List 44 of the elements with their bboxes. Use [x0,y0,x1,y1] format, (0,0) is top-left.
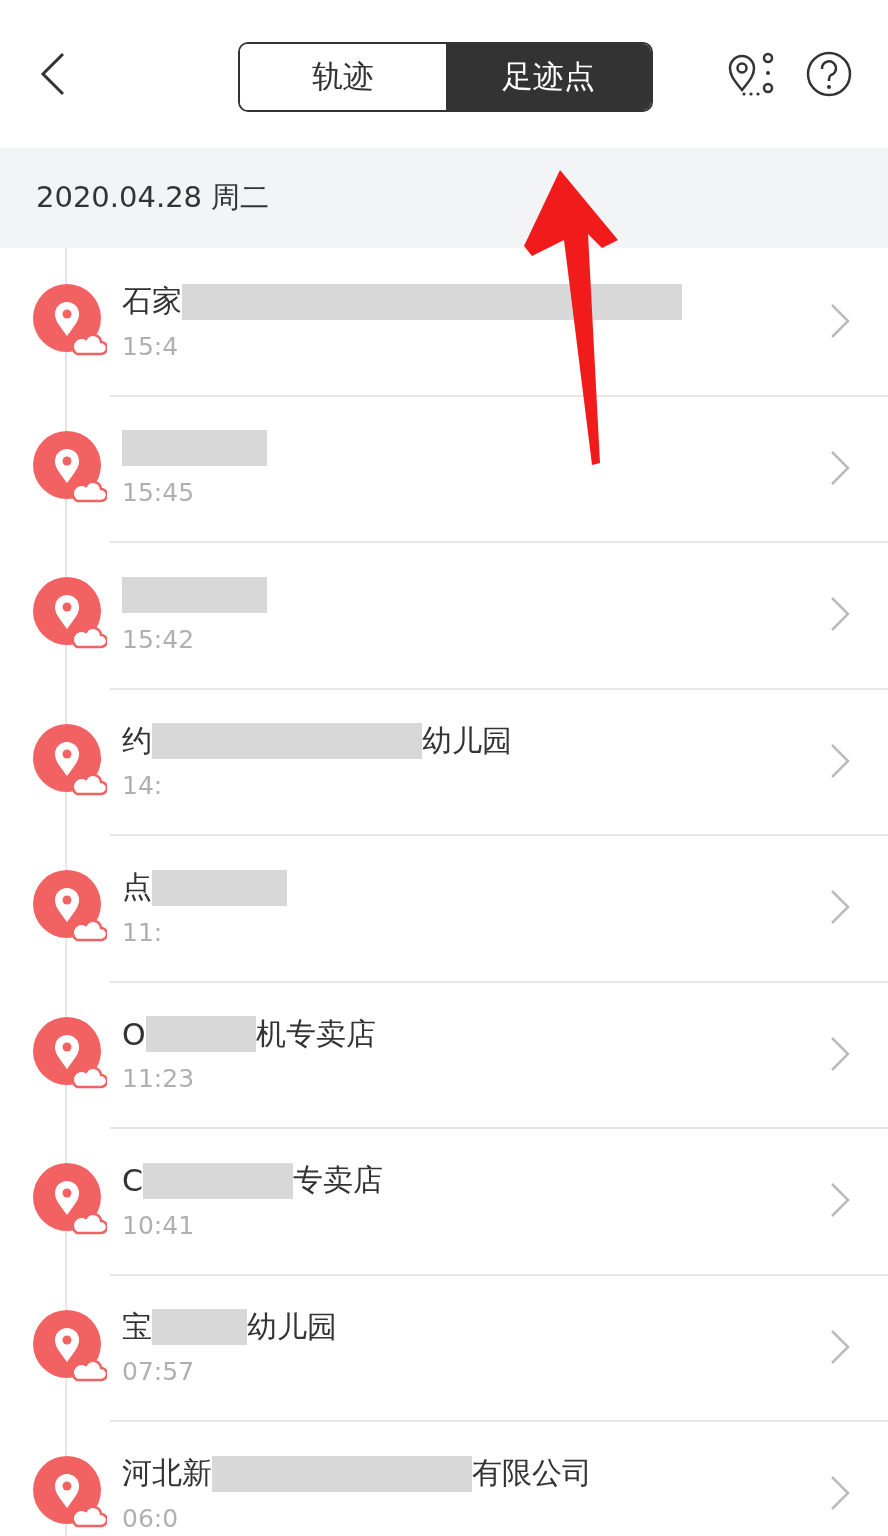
visit-time: 15:4 [122,331,180,361]
chevron-right-icon[interactable] [830,1328,850,1365]
location-pin-cloud-icon [33,870,107,944]
visit-time: 10:41 [122,1210,196,1240]
chevron-right-icon[interactable] [830,596,850,633]
segment-tab[interactable]: 足迹点 [445,44,651,110]
location-pin-cloud-icon [33,723,107,798]
chevron-right-icon[interactable] [830,1035,850,1072]
place-name: 幼儿园 [247,1307,337,1346]
place-name: 有限公司 [472,1454,592,1493]
visit-time: 15:42 [122,624,196,654]
chevron-right-icon[interactable] [830,889,850,926]
chevron-right-icon[interactable] [830,742,850,779]
visit-time: 11:23 [122,1064,196,1094]
visit-time: 15:45 [122,478,196,508]
chevron-right-icon[interactable] [830,449,850,486]
location-pin-cloud-icon [33,430,107,505]
route-pins-icon[interactable] [726,52,776,96]
chevron-right-icon[interactable] [830,1182,850,1219]
chevron-right-icon[interactable] [830,1475,850,1512]
location-pin-cloud-icon [33,284,107,358]
location-pin-cloud-icon [33,1016,107,1091]
location-pin-cloud-icon [33,1456,107,1530]
location-pin-cloud-icon [33,1309,107,1384]
place-name: 机专卖店 [255,1014,376,1053]
place-name: 石家 [122,282,182,321]
place-name: 宝 [122,1307,152,1346]
visit-time: 07:57 [122,1357,196,1387]
chevron-right-icon[interactable] [830,303,850,340]
location-pin-cloud-icon [33,1163,107,1237]
place-name: 专卖店 [292,1161,383,1200]
visit-time: 14: [122,771,164,801]
place-name: O [122,1016,146,1052]
visit-time: 11: [122,917,164,947]
place-name: 河北新 [122,1454,212,1493]
place-name: 幼儿园 [422,721,512,760]
place-name: C [122,1163,143,1199]
back-icon[interactable] [40,52,66,96]
date-label: 2020.04.28 周二 [36,179,270,216]
place-name: 约 [122,721,152,760]
place-name: 点 [122,868,152,907]
visit-time: 06:0 [122,1503,180,1533]
location-pin-cloud-icon [33,577,107,651]
help-icon[interactable] [806,51,852,97]
